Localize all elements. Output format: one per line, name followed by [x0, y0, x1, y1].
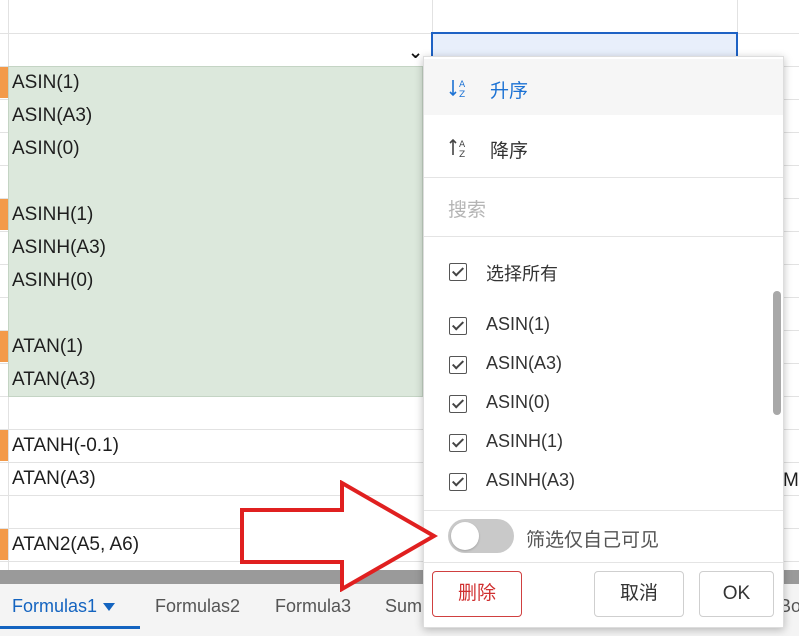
- tab-label: Sum: [385, 596, 423, 616]
- filter-item-label: ASIN(0): [486, 392, 551, 412]
- cell-text: ASINH(1): [12, 204, 94, 225]
- row-flag: [0, 67, 8, 98]
- cell-text: ATANH(-0.1): [12, 435, 119, 456]
- filter-dropdown-icon[interactable]: ⌄: [408, 42, 423, 63]
- ok-button[interactable]: OK: [699, 571, 774, 617]
- filter-item-checkbox[interactable]: [449, 473, 467, 491]
- cell-row[interactable]: ASINH(0): [0, 264, 430, 297]
- filter-item-checkbox[interactable]: [449, 356, 467, 374]
- filter-item-label: ASINH(1): [486, 431, 564, 451]
- private-filter-label: 筛选仅自己可见: [526, 530, 660, 551]
- tab-formula3[interactable]: Formula3: [275, 596, 351, 617]
- cell-text: ASIN(0): [12, 138, 80, 159]
- divider: [424, 510, 783, 511]
- private-filter-toggle[interactable]: [448, 519, 514, 553]
- row-flag: [0, 331, 8, 362]
- sort-ascending-option[interactable]: A Z 升序: [424, 59, 783, 115]
- tab-formulas2[interactable]: Formulas2: [155, 596, 240, 617]
- filter-panel: A Z 升序 A Z 降序 搜索 选择所有 ASIN(1) ASIN(A3) A…: [423, 56, 784, 628]
- cell-row[interactable]: ATAN(A3): [0, 363, 430, 396]
- cell-row[interactable]: ASIN(0): [0, 132, 430, 165]
- sort-ascending-icon: A Z: [449, 80, 466, 99]
- cell-text: M: [783, 470, 799, 491]
- list-scrollbar[interactable]: [772, 289, 782, 509]
- select-all-label: 选择所有: [486, 264, 558, 284]
- svg-text:Z: Z: [459, 90, 465, 99]
- select-all-checkbox[interactable]: [449, 263, 467, 281]
- cell-text: ATAN2(A5, A6): [12, 534, 140, 555]
- row-flag: [0, 430, 8, 461]
- svg-text:A: A: [459, 140, 466, 150]
- search-input[interactable]: 搜索: [448, 195, 486, 222]
- cell-text: ATAN(A3): [12, 468, 96, 489]
- cell-row[interactable]: ASIN(A3): [0, 99, 430, 132]
- caret-down-icon[interactable]: [103, 603, 116, 612]
- filter-item-label: ASINH(A3): [486, 470, 576, 490]
- divider: [424, 177, 783, 178]
- cell-text: ASINH(0): [12, 270, 94, 291]
- sort-descending-label: 降序: [490, 141, 529, 162]
- cell-text: ASIN(1): [12, 72, 80, 93]
- cell-row[interactable]: ASINH(A3): [0, 231, 430, 264]
- delete-button[interactable]: 删除: [432, 571, 522, 617]
- row-flag: [0, 199, 8, 230]
- sort-descending-option[interactable]: A Z 降序: [424, 119, 783, 175]
- filter-item-checkbox[interactable]: [449, 317, 467, 335]
- tab-label: Formulas2: [155, 596, 241, 616]
- cell-row[interactable]: ATANH(-0.1): [0, 429, 430, 462]
- filter-item-checkbox[interactable]: [449, 395, 467, 413]
- svg-text:Z: Z: [459, 150, 465, 159]
- tab-sum[interactable]: Sum: [385, 596, 422, 617]
- divider: [424, 562, 783, 563]
- annotation-arrow-icon: [240, 480, 438, 592]
- tab-formulas1[interactable]: Formulas1: [12, 596, 116, 617]
- svg-text:A: A: [459, 80, 466, 90]
- tab-label: Formula3: [275, 596, 352, 616]
- cell-text: ATAN(A3): [12, 369, 96, 390]
- sort-descending-icon: A Z: [449, 138, 466, 159]
- cancel-button[interactable]: 取消: [594, 571, 684, 617]
- sort-ascending-label: 升序: [490, 81, 529, 102]
- divider: [424, 236, 783, 237]
- scrollbar-thumb[interactable]: [773, 291, 781, 415]
- cell-text: ATAN(1): [12, 336, 84, 357]
- toggle-knob: [451, 522, 479, 550]
- cell-row[interactable]: ASINH(1): [0, 198, 430, 231]
- cell-row[interactable]: ATAN(1): [0, 330, 430, 363]
- cell-row[interactable]: ASIN(1): [0, 66, 430, 99]
- cell-text: ASINH(A3): [12, 237, 106, 258]
- row-flag: [0, 529, 8, 560]
- filter-item-label: ASIN(A3): [486, 353, 563, 373]
- filter-item-checkbox[interactable]: [449, 434, 467, 452]
- cell-text: ASIN(A3): [12, 105, 93, 126]
- tab-label: Formulas1: [12, 596, 98, 616]
- active-tab-indicator: [0, 626, 140, 629]
- filter-item-label: ASIN(1): [486, 314, 551, 334]
